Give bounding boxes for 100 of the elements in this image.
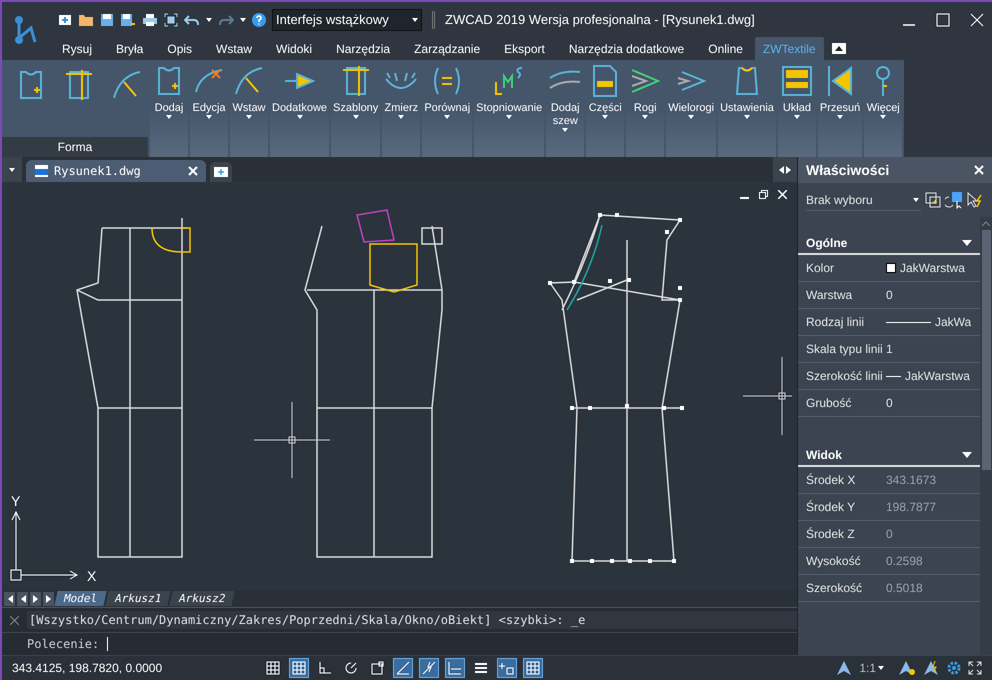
tab-list-button[interactable] bbox=[2, 157, 22, 182]
auto-scale-icon[interactable] bbox=[922, 660, 940, 676]
collapse-ribbon-icon[interactable] bbox=[832, 43, 846, 54]
command-history: [Wszystko/Centrum/Dynamiczny/Zakres/Poprzedni/Skala/Okno/oBiekt] <szybki>: _e bbox=[27, 611, 797, 629]
caret-icon bbox=[744, 115, 750, 119]
lines-icon bbox=[473, 660, 489, 676]
printer-icon[interactable] bbox=[142, 12, 158, 26]
grid-icon bbox=[291, 660, 307, 676]
caret-icon bbox=[352, 115, 359, 119]
property-label: Rodzaj linii bbox=[806, 314, 866, 331]
ribbon-tab[interactable]: Opis bbox=[155, 37, 204, 60]
coordinates-readout: 343.4125, 198.7820, 0.0000 bbox=[12, 660, 164, 677]
ucs-axes-icon bbox=[10, 510, 78, 580]
property-value: 1 bbox=[886, 341, 893, 358]
save-icon[interactable] bbox=[100, 12, 114, 26]
annotation-scale[interactable]: 1:1 bbox=[859, 659, 884, 677]
property-label: Szerokość linii bbox=[806, 368, 884, 385]
property-label: Środek Y bbox=[806, 499, 856, 516]
caret-icon bbox=[878, 666, 884, 670]
ribbon-tab[interactable]: Zarządzanie bbox=[402, 37, 492, 60]
layout-tab[interactable]: Arkusz1 bbox=[106, 591, 172, 606]
ribbon-tab[interactable]: Wstaw bbox=[204, 37, 264, 60]
new-tab-button[interactable] bbox=[210, 162, 232, 182]
status-toggle-button[interactable] bbox=[523, 658, 543, 678]
layout-tab[interactable]: Model bbox=[54, 591, 107, 606]
scroll-up-icon bbox=[982, 221, 990, 226]
caret-icon bbox=[837, 115, 844, 119]
save-as-icon[interactable] bbox=[120, 12, 136, 26]
restore-icon[interactable] bbox=[759, 190, 768, 199]
y-axis-label: Y bbox=[11, 493, 20, 509]
property-label: Grubość bbox=[806, 395, 852, 412]
ortho-angle-icon bbox=[317, 660, 333, 676]
property-value: 0 bbox=[886, 287, 893, 304]
status-toggle-button[interactable] bbox=[497, 658, 517, 678]
caret-icon bbox=[444, 115, 450, 119]
last-layout-button[interactable] bbox=[43, 592, 54, 606]
lightning-angle-icon bbox=[421, 660, 437, 676]
document-tab[interactable]: Rysunek1.dwg bbox=[26, 160, 206, 182]
ribbon-tab[interactable]: Online bbox=[696, 37, 755, 60]
property-value: JakWarstwa bbox=[905, 368, 970, 385]
window-title: ZWCAD 2019 Wersja profesjonalna - [Rysunek1.dwg] bbox=[445, 10, 755, 29]
ribbon-tab[interactable]: Rysuj bbox=[50, 37, 104, 60]
property-value: JakWarstwa bbox=[900, 260, 965, 277]
next-layout-button[interactable] bbox=[30, 592, 41, 606]
grid-icon bbox=[265, 660, 281, 676]
new-file-icon[interactable] bbox=[58, 12, 72, 26]
folder-icon[interactable] bbox=[78, 12, 94, 26]
maximize-icon[interactable] bbox=[936, 12, 950, 26]
x-axis-label: X bbox=[87, 568, 96, 584]
ribbon-tab[interactable]: Narzędzia dodatkowe bbox=[556, 37, 696, 60]
ribbon-tab[interactable]: Narzędzia bbox=[324, 37, 402, 60]
ribbon-tab[interactable]: Bryła bbox=[104, 37, 156, 60]
ribbon-tab[interactable]: Widoki bbox=[264, 37, 324, 60]
grid-icon bbox=[525, 660, 541, 676]
panel-title: Forma bbox=[58, 139, 92, 156]
caret-icon bbox=[9, 168, 15, 172]
zoom-extents-icon[interactable] bbox=[164, 12, 178, 26]
tracking-line-icon bbox=[395, 660, 411, 676]
caret-icon bbox=[206, 18, 212, 22]
undo-icon[interactable] bbox=[184, 12, 200, 26]
first-layout-button[interactable] bbox=[4, 592, 15, 606]
caret-icon bbox=[506, 115, 512, 119]
right-triangle-icon bbox=[786, 166, 791, 174]
fullscreen-icon[interactable] bbox=[968, 661, 982, 675]
tab-label: Rysunek1.dwg bbox=[54, 163, 142, 180]
annotation-visibility-icon[interactable] bbox=[898, 660, 916, 676]
selection-dropdown[interactable]: Brak wyboru bbox=[806, 189, 921, 211]
property-label: Środek Z bbox=[806, 526, 856, 543]
drawing-canvas[interactable]: X Y bbox=[2, 182, 797, 590]
add-selection-icon[interactable] bbox=[924, 191, 942, 209]
property-value: 0 bbox=[886, 526, 893, 543]
tab-scroll-button[interactable] bbox=[773, 157, 797, 182]
quick-select-icon[interactable] bbox=[945, 191, 963, 209]
property-value: 343.1673 bbox=[886, 472, 936, 489]
status-toggle-button[interactable] bbox=[393, 658, 413, 678]
redo-icon[interactable] bbox=[218, 12, 234, 26]
prev-layout-button[interactable] bbox=[17, 592, 28, 606]
caret-icon bbox=[206, 115, 212, 119]
axes-icon bbox=[447, 660, 463, 676]
status-toggle-button[interactable] bbox=[419, 658, 439, 678]
layout-tab[interactable]: Arkusz2 bbox=[170, 591, 236, 606]
dwg-file-icon bbox=[34, 164, 50, 178]
workspace-dropdown[interactable]: Interfejs wstążkowy bbox=[272, 8, 422, 30]
caret-icon bbox=[240, 18, 246, 22]
status-toggle-button[interactable] bbox=[445, 658, 465, 678]
caret-icon bbox=[166, 115, 172, 119]
collapse-triangle-icon bbox=[962, 240, 972, 246]
status-toggle-button[interactable] bbox=[289, 658, 309, 678]
layout-panel-icon bbox=[780, 64, 814, 98]
crosshair-cursor-icon bbox=[742, 356, 792, 436]
gear-icon[interactable] bbox=[946, 660, 962, 676]
property-label: Środek X bbox=[806, 472, 856, 489]
annotation-scale-icon[interactable] bbox=[835, 660, 854, 676]
caret-icon bbox=[296, 115, 303, 119]
help-icon[interactable] bbox=[252, 12, 266, 26]
ribbon-tab[interactable]: Eksport bbox=[492, 37, 557, 60]
property-label: Warstwa bbox=[806, 287, 854, 304]
scrollbar[interactable] bbox=[980, 217, 992, 655]
property-label: Wysokość bbox=[806, 553, 862, 570]
cursor-lightning-icon[interactable] bbox=[966, 191, 984, 209]
